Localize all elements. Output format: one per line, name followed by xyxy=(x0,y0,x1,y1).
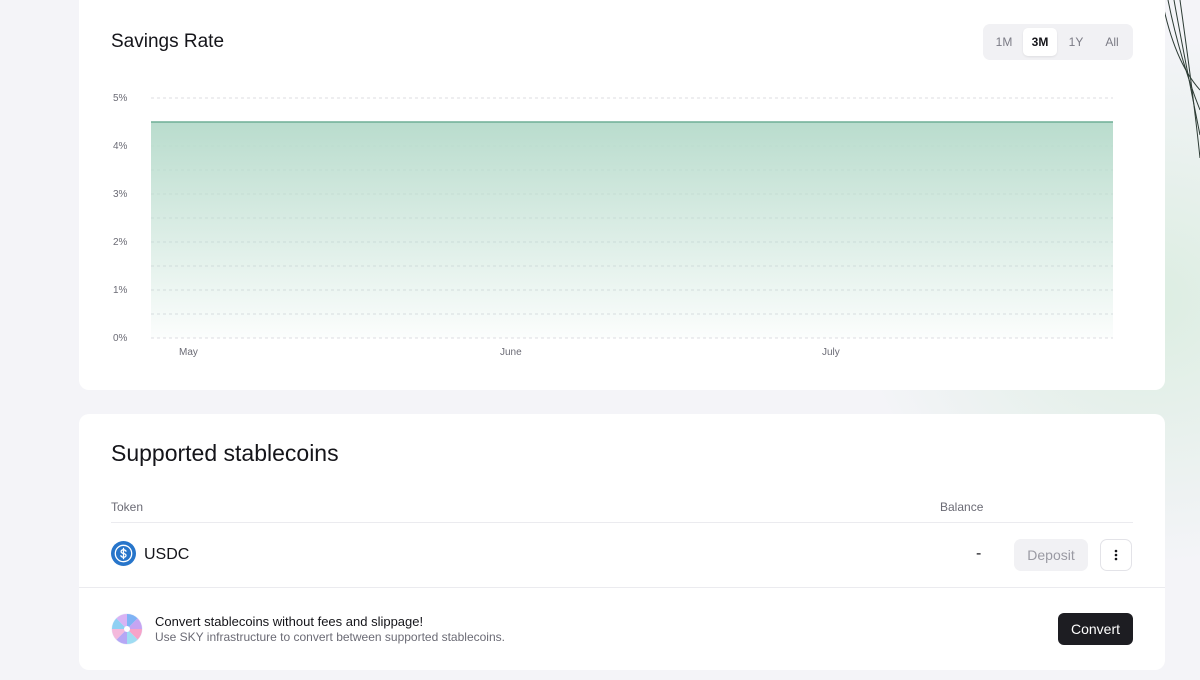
decorative-lines xyxy=(1161,0,1200,159)
deposit-button[interactable]: Deposit xyxy=(1014,539,1088,571)
x-tick-label: May xyxy=(179,347,198,358)
column-header-token: Token xyxy=(111,500,144,514)
vertical-dots-icon xyxy=(1114,549,1118,561)
stablecoins-title: Supported stablecoins xyxy=(111,440,339,466)
token-balance: - xyxy=(976,545,982,562)
convert-banner: Convert stablecoins without fees and sli… xyxy=(79,587,1165,670)
column-header-balance: Balance xyxy=(940,500,984,514)
convert-subtitle: Use SKY infrastructure to convert betwee… xyxy=(155,630,505,644)
table-header: Token Balance xyxy=(111,498,1133,523)
y-tick-label: 3% xyxy=(113,189,128,200)
usdc-icon xyxy=(111,541,136,566)
x-tick-label: July xyxy=(822,347,840,358)
y-tick-label: 0% xyxy=(113,333,128,344)
savings-rate-area xyxy=(151,122,1113,338)
savings-rate-chart: 0% 1% 2% 3% 4% 5% May June July xyxy=(113,93,1113,358)
stablecoins-card: Supported stablecoins Token Balance USDC… xyxy=(79,414,1165,670)
table-row: USDC - Deposit xyxy=(111,524,1133,587)
sky-swirl-icon xyxy=(111,613,143,645)
token-name: USDC xyxy=(144,546,190,563)
convert-button[interactable]: Convert xyxy=(1058,613,1133,645)
y-tick-label: 5% xyxy=(113,93,128,104)
x-tick-label: June xyxy=(500,347,522,358)
convert-title: Convert stablecoins without fees and sli… xyxy=(155,614,424,629)
more-options-button[interactable] xyxy=(1100,539,1132,571)
y-tick-label: 1% xyxy=(113,285,128,296)
savings-rate-card: Savings Rate 1M 3M 1Y All 0% 1% 2% 3% 4% 5% M… xyxy=(79,0,1165,390)
y-tick-label: 2% xyxy=(113,237,128,248)
y-tick-label: 4% xyxy=(113,141,128,152)
